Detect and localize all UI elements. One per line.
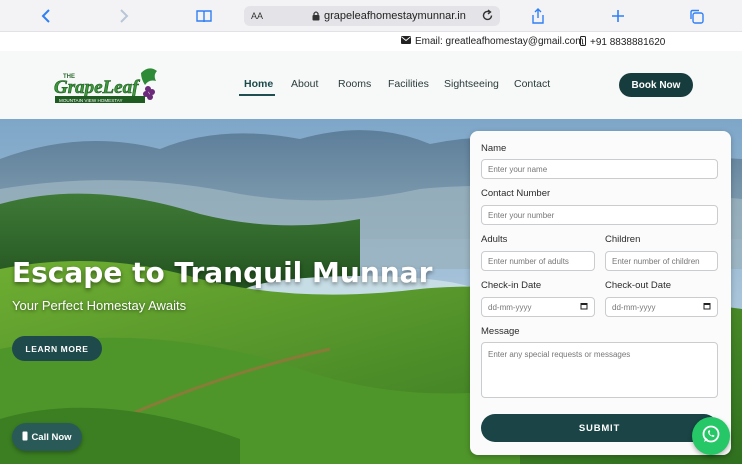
- reload-icon[interactable]: [481, 9, 494, 25]
- contact-strip: Email: greatleafhomestay@gmail.com +91 8…: [0, 32, 742, 51]
- hero-subtitle: Your Perfect Homestay Awaits: [12, 298, 187, 313]
- whatsapp-icon: [701, 424, 721, 449]
- call-now-button[interactable]: Call Now: [12, 423, 82, 451]
- contact-number-input[interactable]: Enter your number: [481, 205, 718, 225]
- new-tab-icon[interactable]: [608, 6, 628, 26]
- message-textarea[interactable]: Enter any special requests or messages: [481, 342, 718, 398]
- nav-rooms[interactable]: Rooms: [338, 78, 371, 90]
- phone-contact[interactable]: +91 8838881620: [580, 36, 665, 49]
- contact-number-label: Contact Number: [481, 188, 551, 199]
- site-header: THE GrapeLeaf MOUNTAIN VIEW HOMESTAY Hom…: [0, 51, 742, 119]
- address-bar[interactable]: AA grapeleafhomestaymunnar.in: [244, 6, 500, 26]
- nav-facilities[interactable]: Facilities: [388, 78, 429, 90]
- url-text: grapeleafhomestaymunnar.in: [324, 10, 466, 22]
- forward-icon[interactable]: [114, 6, 134, 26]
- whatsapp-button[interactable]: [692, 417, 730, 455]
- email-text: Email: greatleafhomestay@gmail.com: [415, 36, 584, 47]
- learn-more-button[interactable]: LEARN MORE: [12, 336, 102, 361]
- phone-text: +91 8838881620: [590, 37, 666, 48]
- hero-title: Escape to Tranquil Munnar: [12, 256, 433, 289]
- back-icon[interactable]: [36, 6, 56, 26]
- email-contact[interactable]: Email: greatleafhomestay@gmail.com: [401, 36, 584, 47]
- checkout-date-placeholder: dd-mm-yyyy: [612, 302, 656, 312]
- text-size-button[interactable]: AA: [251, 11, 263, 21]
- nav-contact[interactable]: Contact: [514, 78, 550, 90]
- bookmarks-icon[interactable]: [194, 6, 214, 26]
- logo-tagline: MOUNTAIN VIEW HOMESTAY: [59, 98, 123, 103]
- checkin-date-placeholder: dd-mm-yyyy: [488, 302, 532, 312]
- site-logo[interactable]: THE GrapeLeaf MOUNTAIN VIEW HOMESTAY: [53, 65, 159, 105]
- hero-section: Escape to Tranquil Munnar Your Perfect H…: [0, 119, 742, 464]
- name-label: Name: [481, 143, 507, 154]
- checkout-date-input[interactable]: dd-mm-yyyy: [605, 297, 718, 317]
- nav-home[interactable]: Home: [244, 78, 273, 90]
- checkin-label: Check-in Date: [481, 280, 542, 291]
- nav-about[interactable]: About: [291, 78, 318, 90]
- name-input[interactable]: Enter your name: [481, 159, 718, 179]
- mobile-phone-icon: [22, 431, 28, 444]
- browser-toolbar: AA grapeleafhomestaymunnar.in: [0, 0, 742, 32]
- nav-active-indicator: [239, 94, 275, 96]
- lock-icon: [312, 11, 320, 24]
- children-label: Children: [605, 234, 641, 245]
- calendar-icon[interactable]: [703, 302, 711, 312]
- adults-input[interactable]: Enter number of adults: [481, 251, 595, 271]
- share-icon[interactable]: [528, 6, 548, 26]
- checkout-label: Check-out Date: [605, 280, 672, 291]
- book-now-button[interactable]: Book Now: [619, 73, 693, 97]
- submit-button[interactable]: SUBMIT: [481, 414, 718, 442]
- nav-sightseeing[interactable]: Sightseeing: [444, 78, 499, 90]
- tabs-icon[interactable]: [686, 6, 706, 26]
- envelope-icon: [401, 36, 411, 47]
- mobile-phone-icon: [580, 36, 586, 49]
- message-label: Message: [481, 326, 520, 337]
- checkin-date-input[interactable]: dd-mm-yyyy: [481, 297, 595, 317]
- children-input[interactable]: Enter number of children: [605, 251, 718, 271]
- calendar-icon[interactable]: [580, 302, 588, 312]
- call-now-label: Call Now: [31, 431, 72, 443]
- booking-form: Name Enter your name Contact Number Ente…: [470, 131, 731, 455]
- adults-label: Adults: [481, 234, 508, 245]
- logo-name: GrapeLeaf: [54, 77, 140, 98]
